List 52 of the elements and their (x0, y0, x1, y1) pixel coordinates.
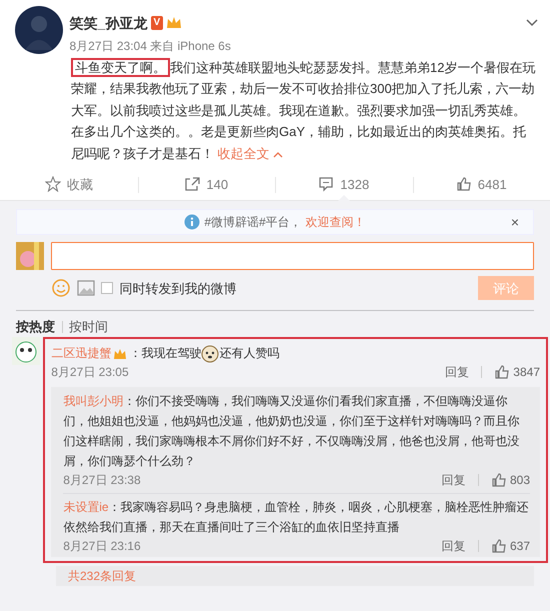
thumbs-up-icon (490, 538, 507, 554)
like-button[interactable]: 3847 (494, 362, 540, 381)
like-button[interactable]: 803 (490, 470, 530, 489)
thumbs-up-icon (494, 364, 510, 380)
star-icon (44, 176, 61, 192)
username-link[interactable]: 我叫彭小明 (63, 394, 124, 408)
dog-emoji-icon (201, 344, 220, 363)
crown-icon (113, 348, 128, 360)
reply-button[interactable]: 回复 (442, 537, 466, 555)
reply-button[interactable]: 回复 (442, 470, 466, 489)
author-name[interactable]: 笑笑_孙亚龙 (70, 12, 148, 34)
highlighted-text: 斗鱼变天了啊。 (71, 58, 170, 77)
user-avatar (16, 242, 44, 270)
comment-icon (318, 176, 334, 192)
user-avatar (12, 336, 40, 365)
post-source: 来自 iPhone 6s (150, 38, 231, 55)
thumbs-up-icon (490, 472, 507, 488)
like-button[interactable]: 6481 (412, 168, 550, 200)
favorite-button[interactable]: 收藏 (0, 168, 138, 200)
avatar (15, 6, 63, 54)
thumbs-up-icon (456, 176, 472, 192)
close-button[interactable]: × (506, 212, 523, 234)
chevron-down-icon[interactable] (526, 19, 538, 27)
checkbox[interactable] (101, 282, 113, 294)
like-button[interactable]: 637 (490, 537, 530, 555)
info-icon (184, 214, 200, 230)
reply-button[interactable]: 回复 (445, 362, 470, 381)
sort-tab[interactable]: 按热度 (16, 317, 55, 337)
comment-time: 8月27日 23:05 (51, 364, 129, 381)
repost-button[interactable]: 140 (138, 168, 275, 200)
share-icon (184, 176, 200, 192)
verified-badge: V (150, 16, 164, 30)
reply-text: 我叫彭小明：你们不接受嗨嗨，我们嗨嗨又没逼你们看我们家直播，不但嗨嗨没逼你们，他姐姐也没逼，他妈妈也没逼，他奶奶也没逼，你们至于这样针对嗨嗨吗？而且你们这样瞎闹，我们家嗨嗨根本不屑你们好不好，不仅嗨嗨没屑，他爸也没屑，他哥也没屑，你们嗨瑟个什么劲？ (63, 392, 520, 470)
reply-text: 未设置ie：我家嗨容易吗？身患脑梗，血管栓，肺炎，咽炎，心肌梗塞，脑栓恶性肿瘤还依然给我们直播，那天在直播间吐了三个浴缸的血依旧坚持直播 (63, 499, 530, 536)
crown-icon (166, 16, 182, 30)
post-text: 斗鱼变天了啊。 我们这种英雄联盟地头蛇瑟瑟发抖。慧慧弟弟12岁一个暑假在玩荣耀，结果我教他玩了亚索，劫后一发不可收拾排位300把加入了托儿索，六一劫大军。以前我喷过这些是孤儿英雄。我现在道歉。强烈要求加强一切乱秀英雄。在多出几个这类的。。老是更新些肉GaY，辅助，比如最近出的肉英雄奥拓。托尼吗呢？孩子才是基石！ 收起全文 (71, 56, 536, 163)
notice-text: #微博辟谣#平台， (204, 214, 302, 232)
comment-input[interactable] (50, 242, 534, 270)
comment-text: 二区迅捷蟹 ：我现在驾驶 还有人赞吗 (51, 342, 540, 363)
username-link[interactable]: 未设置ie (63, 500, 109, 514)
caret-up-icon (273, 150, 284, 158)
sort-tab[interactable]: 按时间 (69, 317, 108, 337)
more-replies-link[interactable]: 共232条回复 (68, 569, 136, 583)
comment-time: 8月27日 23:38 (63, 472, 141, 489)
smiley-icon[interactable] (52, 279, 70, 298)
notice-link[interactable]: 欢迎查阅！ (306, 213, 366, 232)
collapse-link[interactable]: 收起全文 (218, 146, 284, 161)
image-icon[interactable] (76, 280, 94, 296)
comment-time: 8月27日 23:16 (63, 538, 141, 555)
post-time[interactable]: 8月27日 23:04 (70, 36, 147, 55)
checkbox-label: 同时转发到我的微博 (120, 280, 236, 298)
username-link[interactable]: 二区迅捷蟹 (51, 346, 112, 360)
